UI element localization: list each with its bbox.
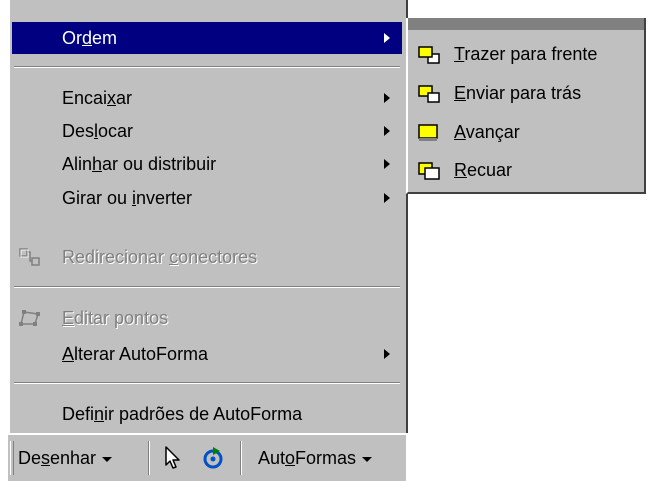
toolbar-separator — [148, 441, 150, 475]
dropdown-caret-icon — [102, 456, 113, 462]
send-backward-icon — [418, 162, 440, 180]
menu-item-set-autoshape-defaults-label: Definir padrões de AutoForma — [62, 404, 303, 424]
menu-item-send-to-back[interactable]: Enviar para trás — [408, 75, 644, 111]
menu-item-edit-points-label: Editar pontos — [62, 308, 169, 328]
menu-item-snap[interactable]: Encaixar — [12, 82, 402, 114]
menu-item-send-backward[interactable]: Recuar — [408, 152, 644, 188]
menu-item-align-distribute-label: Alinhar ou distribuir — [62, 154, 217, 174]
menu-item-snap-label: Encaixar — [62, 88, 133, 108]
menu-item-order[interactable]: Ordem — [12, 22, 402, 54]
submenu-arrow-icon — [384, 193, 390, 203]
menu-item-rotate-flip-label: Girar ou inverter — [62, 188, 193, 208]
bring-forward-icon — [418, 124, 438, 141]
send-to-back-icon — [418, 85, 440, 103]
submenu-arrow-icon — [384, 33, 390, 43]
submenu-arrow-icon — [384, 126, 390, 136]
menu-item-align-distribute[interactable]: Alinhar ou distribuir — [12, 148, 402, 180]
menu-item-bring-forward[interactable]: Avançar — [408, 114, 644, 150]
menu-item-change-autoshape[interactable]: Alterar AutoForma — [12, 338, 402, 370]
draw-menu: Ordem Encaixar Deslocar Alinhar ou distr… — [8, 0, 408, 433]
menu-item-bring-forward-label: Avançar — [454, 122, 520, 142]
menu-item-edit-points[interactable]: Editar pontos — [12, 302, 402, 334]
menu-item-change-autoshape-label: Alterar AutoForma — [62, 344, 209, 364]
menu-item-order-label: Ordem — [62, 28, 118, 48]
submenu-arrow-icon — [384, 93, 390, 103]
menu-item-bring-to-front-label: Trazer para frente — [454, 44, 598, 64]
menu-item-nudge-label: Deslocar — [62, 121, 134, 141]
menu-item-bring-to-front[interactable]: Trazer para frente — [408, 36, 644, 72]
menu-item-reroute-connectors[interactable]: Redirecionar conectores — [12, 241, 402, 273]
free-rotate-icon[interactable] — [198, 443, 228, 473]
autoshapes-menu-button[interactable]: AutoFormas — [258, 439, 373, 477]
order-submenu: Trazer para frente Enviar para trás Avan… — [406, 18, 646, 194]
dropdown-caret-icon — [362, 456, 373, 462]
toolbar-separator — [240, 441, 242, 475]
submenu-title-bar[interactable] — [408, 18, 644, 30]
edit-points-icon — [19, 310, 40, 326]
menu-separator — [14, 286, 400, 288]
drawing-toolbar: Desenhar AutoFormas — [8, 433, 406, 481]
menu-item-nudge[interactable]: Deslocar — [12, 115, 402, 147]
menu-item-send-backward-label: Recuar — [454, 160, 513, 180]
toolbar-grip[interactable] — [10, 441, 14, 475]
submenu-arrow-icon — [384, 349, 390, 359]
menu-item-reroute-connectors-label: Redirecionar conectores — [62, 247, 258, 267]
menu-separator — [14, 382, 400, 384]
menu-item-set-autoshape-defaults[interactable]: Definir padrões de AutoForma — [12, 398, 402, 430]
draw-menu-button[interactable]: Desenhar — [18, 439, 113, 477]
connector-icon — [19, 248, 40, 266]
menu-separator — [14, 66, 400, 68]
bring-to-front-icon — [418, 46, 440, 64]
menu-item-rotate-flip[interactable]: Girar ou inverter — [12, 182, 402, 214]
select-objects-pointer-icon[interactable] — [158, 443, 188, 473]
menu-item-send-to-back-label: Enviar para trás — [454, 83, 582, 103]
submenu-arrow-icon — [384, 159, 390, 169]
